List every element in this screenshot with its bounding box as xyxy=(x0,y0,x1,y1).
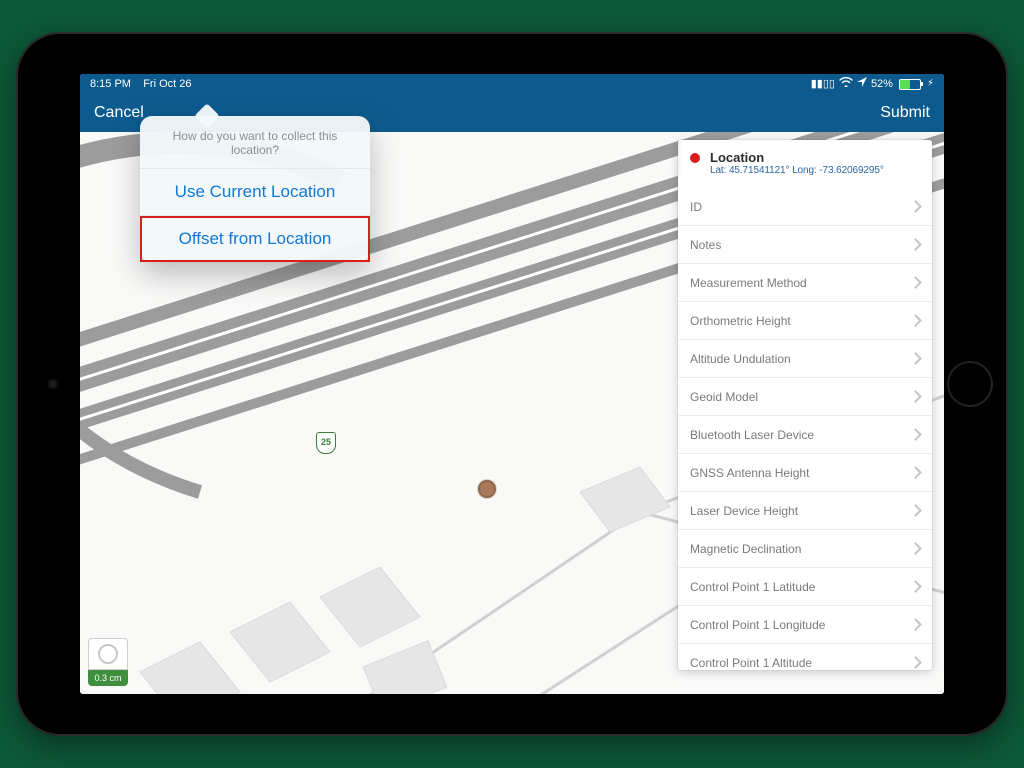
field-label: Measurement Method xyxy=(690,276,807,290)
device-camera xyxy=(49,380,57,388)
wifi-icon xyxy=(839,74,853,94)
field-row[interactable]: Magnetic Declination xyxy=(678,530,932,568)
field-row[interactable]: Geoid Model xyxy=(678,378,932,416)
field-label: ID xyxy=(690,200,702,214)
cancel-button[interactable]: Cancel xyxy=(94,104,144,122)
field-label: Geoid Model xyxy=(690,390,758,404)
field-row[interactable]: Control Point 1 Longitude xyxy=(678,606,932,644)
chevron-right-icon xyxy=(909,200,922,213)
panel-title: Location xyxy=(710,150,920,165)
device-home-button[interactable] xyxy=(947,361,993,407)
field-label: Control Point 1 Latitude xyxy=(690,580,815,594)
feature-symbol-icon xyxy=(690,153,700,163)
route-shield: 25 xyxy=(316,432,336,454)
panel-header[interactable]: Location Lat: 45.71541121° Long: -73.620… xyxy=(678,140,932,189)
status-date: Fri Oct 26 xyxy=(143,78,191,90)
screen: 8:15 PM Fri Oct 26 ▮▮▯▯ 52% ⚡︎ Cancel xyxy=(80,74,944,694)
field-label: Bluetooth Laser Device xyxy=(690,428,814,442)
field-row[interactable]: ID xyxy=(678,188,932,226)
field-label: Control Point 1 Altitude xyxy=(690,656,812,670)
field-row[interactable]: Notes xyxy=(678,226,932,264)
accuracy-indicator[interactable]: 0.3 cm xyxy=(88,638,128,686)
chevron-right-icon xyxy=(909,314,922,327)
attribute-panel: ＋ Location Lat: 45.71541121° Long: -73.6… xyxy=(678,140,932,670)
field-row[interactable]: Control Point 1 Latitude xyxy=(678,568,932,606)
field-label: Magnetic Declination xyxy=(690,542,801,556)
field-label: GNSS Antenna Height xyxy=(690,466,809,480)
battery-percent: 52% xyxy=(871,74,893,94)
status-left: 8:15 PM Fri Oct 26 xyxy=(90,74,192,94)
chevron-right-icon xyxy=(909,352,922,365)
offset-from-location-option[interactable]: Offset from Location xyxy=(140,216,370,262)
use-current-location-option[interactable]: Use Current Location xyxy=(140,169,370,216)
field-row[interactable]: Measurement Method xyxy=(678,264,932,302)
field-row[interactable]: GNSS Antenna Height xyxy=(678,454,932,492)
chevron-right-icon xyxy=(909,276,922,289)
panel-body[interactable]: ID Notes Measurement Method Orthometric … xyxy=(678,188,932,670)
chevron-right-icon xyxy=(909,428,922,441)
status-right: ▮▮▯▯ 52% ⚡︎ xyxy=(811,74,934,94)
location-services-icon xyxy=(857,74,867,94)
accuracy-value: 0.3 cm xyxy=(88,670,128,686)
field-row[interactable]: Control Point 1 Altitude xyxy=(678,644,932,670)
signal-icon: ▮▮▯▯ xyxy=(811,74,835,94)
status-bar: 8:15 PM Fri Oct 26 ▮▮▯▯ 52% ⚡︎ xyxy=(80,74,944,94)
field-label: Notes xyxy=(690,238,721,252)
chevron-right-icon xyxy=(909,542,922,555)
chevron-right-icon xyxy=(909,618,922,631)
popover-prompt: How do you want to collect this location… xyxy=(140,116,370,169)
panel-coordinates: Lat: 45.71541121° Long: -73.62069295° xyxy=(710,165,920,176)
field-label: Orthometric Height xyxy=(690,314,791,328)
field-label: Control Point 1 Longitude xyxy=(690,618,825,632)
field-row[interactable]: Laser Device Height xyxy=(678,492,932,530)
chevron-right-icon xyxy=(909,504,922,517)
field-label: Laser Device Height xyxy=(690,504,798,518)
field-label: Altitude Undulation xyxy=(690,352,791,366)
charging-icon: ⚡︎ xyxy=(927,74,934,94)
chevron-right-icon xyxy=(909,466,922,479)
chevron-right-icon xyxy=(909,390,922,403)
chevron-right-icon xyxy=(909,238,922,251)
tablet-frame: 8:15 PM Fri Oct 26 ▮▮▯▯ 52% ⚡︎ Cancel xyxy=(16,32,1008,736)
submit-button[interactable]: Submit xyxy=(880,104,930,122)
field-row[interactable]: Orthometric Height xyxy=(678,302,932,340)
battery-icon xyxy=(899,79,921,90)
map-marker[interactable] xyxy=(478,480,496,498)
chevron-right-icon xyxy=(909,580,922,593)
chevron-right-icon xyxy=(909,656,922,669)
field-row[interactable]: Altitude Undulation xyxy=(678,340,932,378)
field-row[interactable]: Bluetooth Laser Device xyxy=(678,416,932,454)
collect-location-popover: How do you want to collect this location… xyxy=(140,116,370,262)
accuracy-ring-icon xyxy=(88,638,128,670)
status-time: 8:15 PM xyxy=(90,78,131,90)
